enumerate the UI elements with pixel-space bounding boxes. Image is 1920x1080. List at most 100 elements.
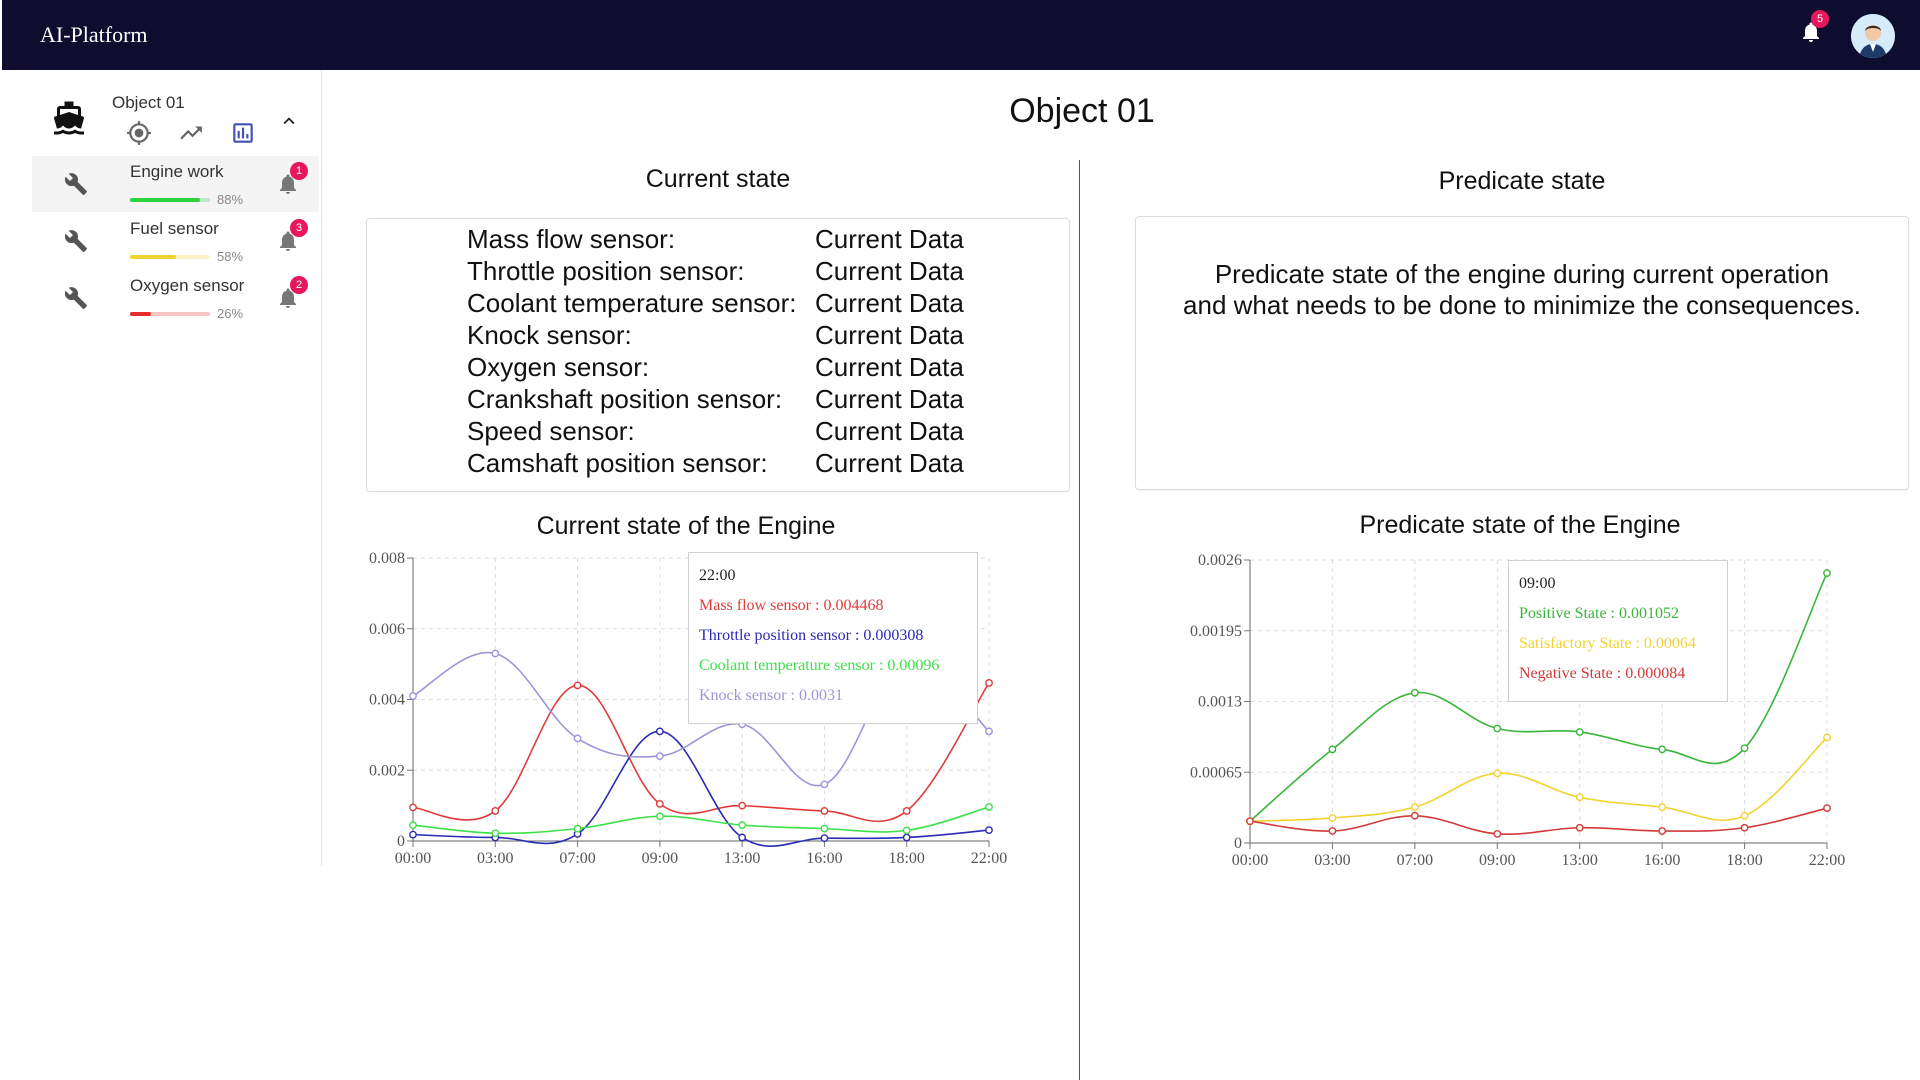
data-point[interactable] (573, 681, 582, 690)
data-point[interactable] (1575, 793, 1584, 802)
current-state-title: Current state (645, 165, 791, 193)
data-point[interactable] (409, 821, 417, 829)
bar-chart-icon[interactable] (230, 120, 256, 146)
series-line (412, 730, 990, 847)
data-point[interactable] (573, 734, 582, 743)
data-point[interactable] (1493, 829, 1502, 838)
data-point[interactable] (902, 826, 911, 835)
sensor-value: Current Data (815, 288, 964, 318)
sensor-row: Crankshaft position sensor: Current Data (467, 383, 964, 415)
sensor-progress-bar (130, 312, 210, 316)
data-point[interactable] (655, 799, 664, 808)
data-point[interactable] (820, 807, 829, 815)
data-point[interactable] (491, 649, 500, 658)
data-point[interactable] (820, 780, 829, 789)
user-avatar[interactable] (1851, 14, 1895, 58)
x-tick-label: 16:00 (806, 850, 842, 867)
data-point[interactable] (409, 803, 417, 812)
sidebar: Object 01 Engine work 88% 1 Fuel sensor … (0, 70, 322, 866)
data-point[interactable] (1328, 814, 1337, 822)
data-point[interactable] (985, 679, 993, 687)
tooltip-line: Negative State : 0.000084 (1519, 665, 1686, 682)
x-tick-label: 09:00 (1479, 852, 1515, 869)
data-point[interactable] (573, 824, 582, 833)
data-point[interactable] (902, 807, 911, 815)
x-tick-label: 07:00 (559, 850, 595, 867)
sensor-progress-bar (130, 255, 210, 259)
sensor-percent: 26% (217, 306, 244, 321)
data-point[interactable] (1658, 745, 1667, 754)
data-point[interactable] (1328, 745, 1337, 754)
data-point[interactable] (1246, 817, 1254, 826)
notifications-button[interactable]: 5 (1799, 10, 1829, 44)
predicate-state-title: Predicate state (1438, 167, 1606, 195)
data-point[interactable] (1658, 803, 1667, 811)
chart-title: Predicate state of the Engine (1359, 511, 1681, 539)
sensor-alerts-button[interactable]: 2 (276, 276, 308, 310)
data-point[interactable] (1328, 827, 1337, 835)
y-tick-label: 0.002 (369, 762, 405, 779)
data-point[interactable] (738, 821, 747, 829)
sensor-name: Camshaft position sensor: (467, 448, 768, 478)
data-point[interactable] (655, 812, 664, 821)
data-point[interactable] (1410, 688, 1419, 697)
data-point[interactable] (1493, 769, 1502, 778)
series-line (1249, 807, 1828, 836)
data-point[interactable] (985, 826, 993, 835)
data-point[interactable] (1740, 811, 1749, 820)
sensor-alerts-button[interactable]: 3 (276, 219, 308, 253)
sensor-value: Current Data (815, 256, 964, 286)
sensor-value: Current Data (815, 352, 964, 382)
x-tick-label: 03:00 (1314, 852, 1350, 869)
data-point[interactable] (1823, 733, 1831, 742)
sensor-value: Current Data (815, 448, 964, 478)
y-tick-label: 0.004 (369, 692, 405, 709)
sensor-name: Throttle position sensor: (467, 256, 745, 286)
data-point[interactable] (655, 727, 664, 736)
sensor-name: Coolant temperature sensor: (467, 288, 797, 318)
tooltip-line: Mass flow sensor : 0.004468 (699, 597, 884, 614)
data-point[interactable] (820, 824, 829, 833)
chevron-up-icon[interactable] (278, 110, 300, 132)
data-point[interactable] (491, 807, 500, 815)
chart-title: Current state of the Engine (536, 512, 836, 540)
tooltip-time: 22:00 (699, 567, 736, 584)
data-point[interactable] (738, 833, 747, 842)
tooltip-line: Satisfactory State : 0.00064 (1519, 635, 1696, 652)
sidebar-item-oxygen-sensor[interactable]: Oxygen sensor 26% 2 (32, 270, 319, 326)
x-tick-label: 22:00 (971, 850, 1007, 867)
data-point[interactable] (1410, 803, 1419, 811)
data-point[interactable] (985, 803, 993, 811)
data-point[interactable] (1823, 804, 1831, 813)
data-point[interactable] (1740, 744, 1749, 753)
notification-count-badge: 5 (1811, 10, 1829, 28)
sensor-percent: 88% (217, 192, 244, 207)
data-point[interactable] (409, 830, 417, 839)
data-point[interactable] (1575, 823, 1584, 832)
data-point[interactable] (1740, 823, 1749, 832)
sensor-alerts-button[interactable]: 1 (276, 162, 308, 196)
trending-up-icon[interactable] (178, 120, 204, 146)
ship-icon (53, 101, 84, 135)
tooltip-line: Positive State : 0.001052 (1519, 605, 1679, 622)
target-icon[interactable] (126, 120, 152, 146)
object-header: Object 01 (30, 88, 320, 153)
data-point[interactable] (1493, 724, 1502, 733)
data-point[interactable] (1410, 811, 1419, 820)
x-tick-label: 13:00 (1561, 852, 1597, 869)
data-point[interactable] (1575, 728, 1584, 736)
data-point[interactable] (820, 834, 829, 843)
sensor-value: Current Data (815, 384, 964, 414)
data-point[interactable] (738, 801, 747, 810)
data-point[interactable] (491, 829, 500, 838)
data-point[interactable] (409, 692, 417, 700)
data-point[interactable] (1658, 827, 1667, 835)
sidebar-item-engine-work[interactable]: Engine work 88% 1 (32, 156, 319, 212)
tooltip-time: 09:00 (1519, 575, 1556, 592)
data-point[interactable] (902, 833, 911, 842)
data-point[interactable] (1823, 569, 1831, 577)
data-point[interactable] (985, 727, 993, 736)
x-tick-label: 00:00 (395, 850, 431, 867)
data-point[interactable] (655, 752, 664, 761)
sidebar-item-fuel-sensor[interactable]: Fuel sensor 58% 3 (32, 213, 319, 269)
